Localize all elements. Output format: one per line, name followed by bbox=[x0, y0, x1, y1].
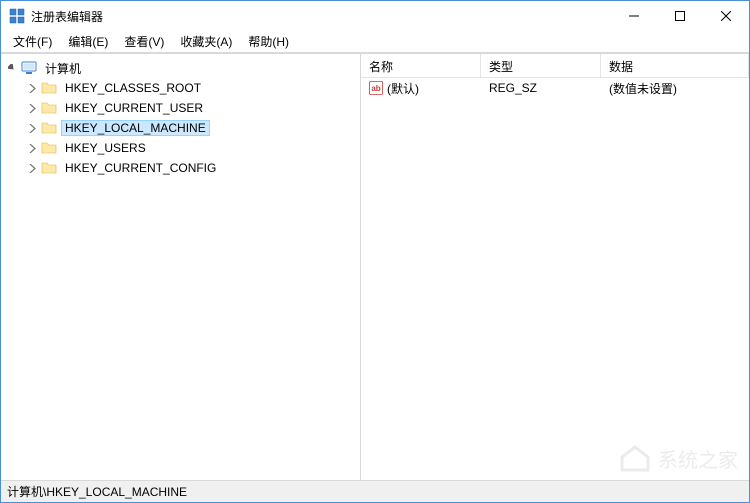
titlebar: 注册表编辑器 bbox=[1, 1, 749, 31]
column-name[interactable]: 名称 bbox=[361, 54, 481, 77]
main-content: 计算机 HKEY_CLASSES_ROOTHKEY_CURRENT_USERHK… bbox=[1, 53, 749, 480]
tree-item[interactable]: HKEY_CLASSES_ROOT bbox=[21, 78, 360, 98]
tree-item[interactable]: HKEY_LOCAL_MACHINE bbox=[21, 118, 360, 138]
expander-icon[interactable] bbox=[25, 141, 39, 155]
list-body[interactable]: ab (默认) REG_SZ(数值未设置) bbox=[361, 78, 749, 480]
tree-root[interactable]: 计算机 bbox=[1, 58, 360, 78]
folder-icon bbox=[41, 140, 57, 156]
computer-icon bbox=[21, 60, 37, 76]
expander-icon[interactable] bbox=[25, 161, 39, 175]
tree-item-label: HKEY_CURRENT_USER bbox=[61, 100, 207, 116]
menubar: 文件(F) 编辑(E) 查看(V) 收藏夹(A) 帮助(H) bbox=[1, 31, 749, 53]
tree-item-label: HKEY_USERS bbox=[61, 140, 150, 156]
folder-icon bbox=[41, 160, 57, 176]
list-row[interactable]: ab (默认) REG_SZ(数值未设置) bbox=[361, 78, 749, 98]
statusbar-path: 计算机\HKEY_LOCAL_MACHINE bbox=[7, 483, 187, 500]
value-data: (数值未设置) bbox=[601, 78, 749, 99]
expander-icon[interactable] bbox=[25, 121, 39, 135]
tree-item-label: HKEY_LOCAL_MACHINE bbox=[61, 120, 210, 136]
value-type: REG_SZ bbox=[481, 79, 601, 97]
menu-file[interactable]: 文件(F) bbox=[5, 31, 60, 52]
tree-children: HKEY_CLASSES_ROOT HKEY_CURRENT_USER HKEY_L… bbox=[1, 78, 360, 178]
tree-item[interactable]: HKEY_CURRENT_USER bbox=[21, 98, 360, 118]
svg-text:ab: ab bbox=[371, 84, 380, 93]
tree-item-label: HKEY_CLASSES_ROOT bbox=[61, 80, 205, 96]
tree-item[interactable]: HKEY_USERS bbox=[21, 138, 360, 158]
string-value-icon: ab bbox=[369, 81, 383, 95]
statusbar: 计算机\HKEY_LOCAL_MACHINE bbox=[1, 480, 749, 502]
maximize-button[interactable] bbox=[657, 1, 703, 31]
expander-icon[interactable] bbox=[5, 61, 19, 75]
list-pane: 名称 类型 数据 ab (默认) REG_SZ(数值未设置) bbox=[361, 54, 749, 480]
menu-view[interactable]: 查看(V) bbox=[116, 31, 172, 52]
menu-favorites[interactable]: 收藏夹(A) bbox=[172, 31, 240, 52]
window-title: 注册表编辑器 bbox=[31, 8, 611, 25]
folder-icon bbox=[41, 120, 57, 136]
menu-edit[interactable]: 编辑(E) bbox=[60, 31, 116, 52]
close-button[interactable] bbox=[703, 1, 749, 31]
value-name: (默认) bbox=[387, 80, 419, 97]
minimize-button[interactable] bbox=[611, 1, 657, 31]
column-type[interactable]: 类型 bbox=[481, 54, 601, 77]
menu-help[interactable]: 帮助(H) bbox=[240, 31, 297, 52]
folder-icon bbox=[41, 100, 57, 116]
folder-icon bbox=[41, 80, 57, 96]
column-data[interactable]: 数据 bbox=[601, 54, 749, 77]
tree-item[interactable]: HKEY_CURRENT_CONFIG bbox=[21, 158, 360, 178]
window-controls bbox=[611, 1, 749, 31]
expander-icon[interactable] bbox=[25, 101, 39, 115]
expander-icon[interactable] bbox=[25, 81, 39, 95]
tree-item-label: HKEY_CURRENT_CONFIG bbox=[61, 160, 220, 176]
regedit-icon bbox=[9, 8, 25, 24]
tree-root-label: 计算机 bbox=[41, 59, 85, 78]
tree-pane[interactable]: 计算机 HKEY_CLASSES_ROOTHKEY_CURRENT_USERHK… bbox=[1, 54, 361, 480]
list-header: 名称 类型 数据 bbox=[361, 54, 749, 78]
